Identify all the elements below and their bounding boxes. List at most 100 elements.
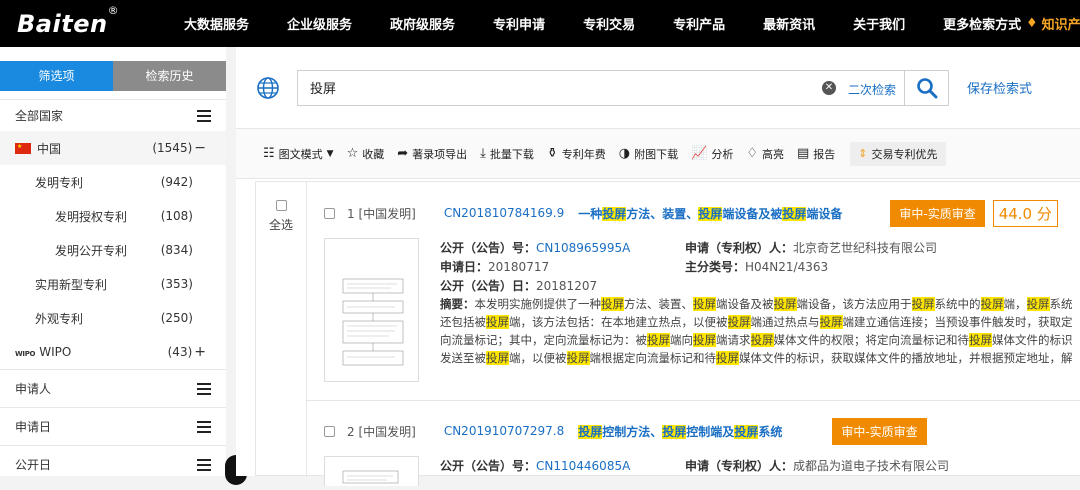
publication-number-link[interactable]: CN108965995A: [536, 241, 630, 255]
keyword-highlight: 投屏: [486, 351, 509, 365]
keyword-highlight: 投屏: [716, 351, 739, 365]
drawing-download-button[interactable]: ◑ 附图下载: [619, 146, 678, 162]
view-mode-dropdown[interactable]: ☷ 图文模式 ▼: [263, 146, 334, 162]
nav-government[interactable]: 政府级服务: [371, 14, 474, 33]
filter-count: (108): [160, 209, 193, 223]
secondary-search-link[interactable]: 二次检索: [848, 81, 896, 98]
highlight-button[interactable]: ♢ 高亮: [746, 146, 784, 162]
menu-icon[interactable]: [197, 420, 211, 433]
search-input[interactable]: 投屏 ✕ 二次检索: [297, 69, 905, 106]
collapse-icon[interactable]: −: [194, 140, 206, 156]
favorite-button[interactable]: ☆ 收藏: [347, 146, 385, 162]
export-button[interactable]: ➦ 著录项导出: [397, 146, 467, 162]
menu-icon[interactable]: [197, 458, 211, 471]
filter-count: (250): [160, 311, 193, 325]
score-badge: 44.0 分: [992, 199, 1058, 227]
filter-count: (834): [160, 243, 193, 257]
filter-design[interactable]: 外观专利 (250): [0, 301, 226, 335]
section-application-date[interactable]: 申请日: [0, 407, 226, 445]
filter-invention[interactable]: 发明专利 (942): [0, 165, 226, 199]
publication-date: 20181207: [536, 278, 598, 293]
filter-invention-granted[interactable]: 发明授权专利 (108): [0, 199, 226, 233]
publication-number-link[interactable]: CN110446085A: [536, 459, 630, 473]
filter-label: 中国: [37, 141, 62, 156]
keyword-highlight: 投屏: [819, 315, 843, 329]
expand-icon[interactable]: +: [194, 344, 206, 360]
section-all-countries[interactable]: 全部国家: [0, 99, 226, 131]
keyword-highlight: 投屏: [486, 315, 509, 329]
keyword-highlight: 投屏: [969, 333, 992, 347]
menu-icon[interactable]: [197, 109, 211, 122]
filter-count: (942): [160, 175, 193, 189]
tab-filters[interactable]: 筛选项: [0, 61, 113, 91]
keyword-highlight: 投屏: [601, 297, 624, 311]
filter-label: 外观专利: [35, 311, 84, 326]
search-button[interactable]: [905, 69, 949, 106]
status-badge: 审中-实质审查: [832, 417, 927, 445]
filter-sidebar: 筛选项 检索历史 全部国家 中国 (1545)− 发明专利 (942) 发明授权…: [0, 47, 226, 476]
filter-country-wipo[interactable]: WIPO WIPO (43) +: [0, 335, 226, 369]
status-badge: 审中-实质审查: [890, 199, 985, 227]
nav-bigdata[interactable]: 大数据服务: [165, 14, 268, 33]
result-header: 1 [中国发明] CN201810784169.9 一种投屏方法、装置、投屏端设…: [324, 198, 1080, 228]
tab-search-history[interactable]: 检索历史: [113, 61, 226, 91]
keyword-highlight: 投屏: [911, 297, 935, 311]
brand-logo[interactable]: Baiten ®: [0, 4, 165, 38]
result-abstract: 摘要：本发明实施例提供了一种投屏方法、装置、投屏端设备及被投屏端设备，该方法应用…: [440, 295, 1080, 367]
nav-patent-trade[interactable]: 专利交易: [564, 14, 654, 33]
main-content: 投屏 ✕ 二次检索 保存检索式 ☷ 图文模式 ▼ ☆ 收藏 ➦ 著录项导出 ⤓ 批量下载 …: [236, 47, 1080, 486]
menu-icon[interactable]: [197, 382, 211, 395]
filter-label: 发明公开专利: [55, 243, 128, 258]
applicant: 北京奇艺世纪科技有限公司: [793, 241, 938, 255]
sidebar-tabs: 筛选项 检索历史: [0, 47, 226, 99]
result-meta: 公开（公告）号： CN110446085A 申请（专利权）人：成都品为道电子技术有…: [440, 458, 950, 474]
nav-patent-apply[interactable]: 专利申请: [474, 14, 564, 33]
section-applicant[interactable]: 申请人: [0, 369, 226, 407]
patent-drawing-thumbnail[interactable]: [324, 456, 419, 486]
application-number-link[interactable]: CN201810784169.9: [444, 206, 564, 220]
nav-about[interactable]: 关于我们: [834, 14, 924, 33]
result-title-link[interactable]: 投屏控制方法、投屏控制端及投屏系统: [578, 423, 782, 440]
result-checkbox[interactable]: [324, 425, 335, 437]
main-nav: 大数据服务 企业级服务 政府级服务 专利申请 专利交易 专利产品 最新资讯 关于…: [165, 0, 1040, 47]
result-title-link[interactable]: 一种投屏方法、装置、投屏端设备及被投屏端设备: [578, 205, 842, 222]
analyze-button[interactable]: 📈 分析: [691, 146, 733, 162]
select-all[interactable]: 全选: [267, 200, 295, 233]
keyword-highlight: 投屏: [566, 351, 590, 365]
report-button[interactable]: ▤ 报告: [797, 146, 835, 162]
keyword-highlight: 投屏: [980, 297, 1004, 311]
batch-download-button[interactable]: ⤓ 批量下载: [480, 146, 534, 162]
filter-label: 实用新型专利: [35, 277, 108, 292]
patent-drawing-thumbnail[interactable]: [324, 238, 419, 382]
filter-count: (1545): [152, 141, 193, 155]
select-all-checkbox[interactable]: [275, 200, 287, 211]
share-icon: ➦: [397, 146, 409, 161]
save-search-link[interactable]: 保存检索式: [967, 78, 1032, 97]
caret-down-icon: ▼: [326, 148, 334, 159]
section-label: 全部国家: [15, 109, 64, 123]
application-number-link[interactable]: CN201910707297.8: [444, 424, 564, 438]
result-number: 2 [中国发明]: [347, 424, 416, 439]
divider: [306, 182, 307, 477]
section-publication-date[interactable]: 公开日: [0, 445, 226, 483]
wipo-logo: WIPO: [15, 350, 36, 358]
clear-icon[interactable]: ✕: [822, 80, 836, 95]
nav-patent-products[interactable]: 专利产品: [654, 14, 744, 33]
filter-country-china[interactable]: 中国 (1545)−: [0, 131, 226, 165]
keyword-highlight: 投屏: [750, 333, 774, 347]
nav-knowledge[interactable]: ♦ 知识产: [1018, 0, 1080, 47]
diamond-icon: ♦: [1026, 16, 1038, 31]
download-icon: ⤓: [480, 146, 486, 161]
filter-invention-published[interactable]: 发明公开专利 (834): [0, 233, 226, 267]
globe-icon[interactable]: [256, 76, 280, 100]
trade-priority-sort[interactable]: ⇕ 交易专利优先: [850, 141, 946, 166]
filter-utility-model[interactable]: 实用新型专利 (353): [0, 267, 226, 301]
result-list: 全选 1 [中国发明] CN201810784169.9 一种投屏方法、装置、投…: [255, 181, 1080, 486]
nav-enterprise[interactable]: 企业级服务: [268, 14, 371, 33]
result-header: 2 [中国发明] CN201910707297.8 投屏控制方法、投屏控制端及投…: [324, 416, 1080, 446]
result-checkbox[interactable]: [324, 207, 335, 219]
keyword-highlight: 投屏: [693, 333, 716, 347]
annual-fee-button[interactable]: ⚱ 专利年费: [547, 146, 606, 162]
bulb-icon: ♢: [746, 146, 758, 161]
nav-news[interactable]: 最新资讯: [744, 14, 834, 33]
